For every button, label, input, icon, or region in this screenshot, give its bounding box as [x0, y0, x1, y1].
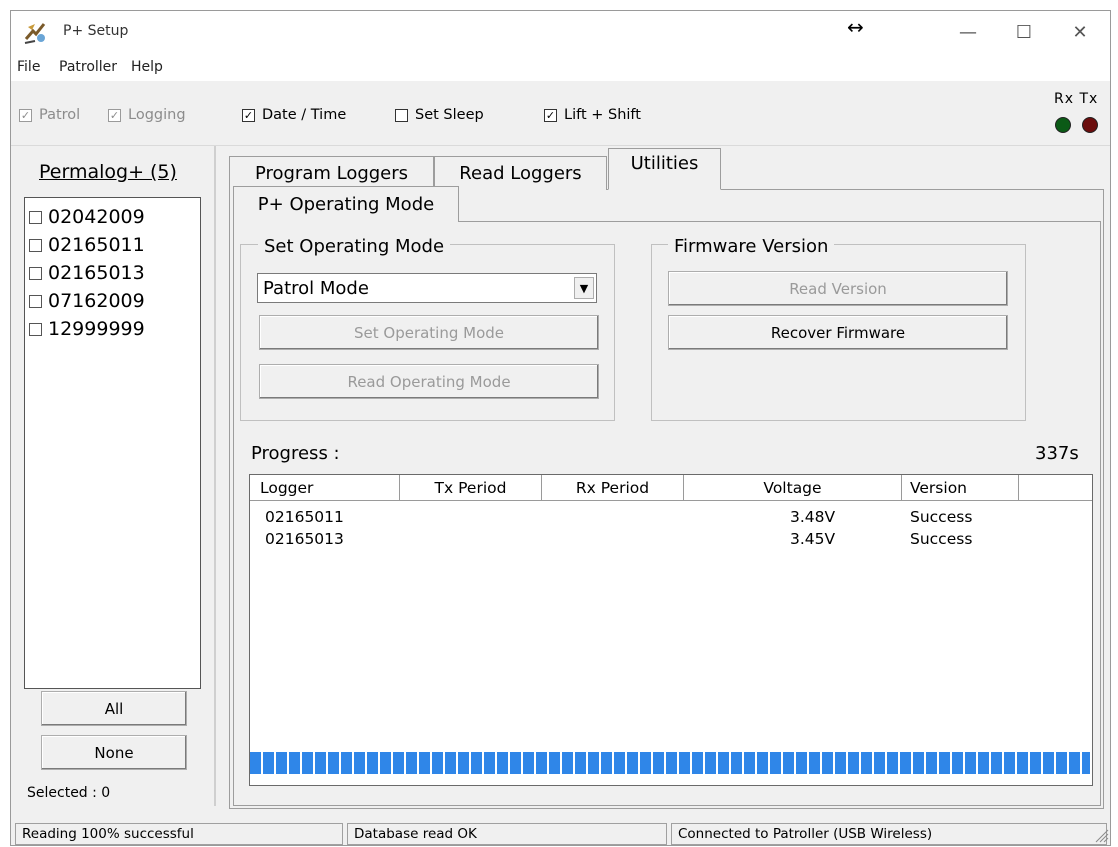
status-reading: Reading 100% successful [15, 823, 343, 845]
checkbox-icon[interactable] [29, 266, 42, 280]
firmware-group-label: Firmware Version [668, 236, 835, 257]
tab-program-loggers[interactable]: Program Loggers [229, 156, 434, 190]
checkbox-icon[interactable] [29, 294, 42, 308]
title-bar: P+ Setup ↔ — ☐ ✕ [11, 11, 1110, 53]
set-sleep-checkbox[interactable]: Set Sleep [395, 107, 484, 123]
cell-logger: 02165011 [265, 508, 344, 526]
progress-bar-fill [250, 752, 1090, 774]
lift-shift-checkbox[interactable]: ✓ Lift + Shift [544, 107, 641, 123]
column-header-rx-period[interactable]: Rx Period [542, 475, 684, 501]
menu-patroller[interactable]: Patroller [59, 59, 117, 75]
check-icon: ✓ [108, 108, 121, 122]
rx-tx-label: Rx Tx [1054, 91, 1099, 107]
app-logo-icon [23, 19, 49, 45]
cell-version: Success [910, 530, 973, 548]
read-version-button[interactable]: Read Version [668, 271, 1008, 306]
checkbox-icon[interactable] [29, 238, 42, 252]
resize-grip-icon[interactable] [1093, 827, 1109, 843]
column-header-empty [1019, 475, 1092, 501]
table-row[interactable]: 02165011 3.48V Success [250, 508, 1092, 530]
tx-indicator-led [1082, 117, 1098, 133]
menu-file[interactable]: File [17, 59, 40, 75]
checkbox-icon[interactable] [29, 210, 42, 224]
results-table[interactable]: Logger Tx Period Rx Period Voltage Versi… [249, 474, 1093, 786]
resize-cursor-icon: ↔ [847, 15, 864, 39]
tab-read-loggers[interactable]: Read Loggers [434, 156, 607, 190]
unchecked-box [395, 108, 408, 122]
rx-indicator-led [1055, 117, 1071, 133]
operating-mode-group-label: Set Operating Mode [258, 236, 451, 257]
selected-count: Selected : 0 [27, 785, 111, 801]
tab-utilities[interactable]: Utilities [608, 148, 721, 190]
set-operating-mode-button[interactable]: Set Operating Mode [259, 315, 599, 350]
window-title: P+ Setup [63, 23, 129, 39]
cell-voltage: 3.48V [790, 508, 836, 526]
read-operating-mode-button[interactable]: Read Operating Mode [259, 364, 599, 399]
elapsed-timer: 337s [1035, 443, 1079, 464]
close-button[interactable]: ✕ [1052, 11, 1108, 53]
progress-bar [250, 752, 1090, 774]
list-item[interactable]: 07162009 [29, 290, 145, 312]
status-connection: Connected to Patroller (USB Wireless) [671, 823, 1107, 845]
check-icon: ✓ [19, 108, 32, 122]
check-icon: ✓ [544, 108, 557, 122]
minimize-button[interactable]: — [940, 11, 996, 53]
app-window: P+ Setup ↔ — ☐ ✕ File Patroller Help ✓ P… [10, 10, 1111, 846]
maximize-button[interactable]: ☐ [996, 11, 1052, 53]
progress-label: Progress : [251, 443, 340, 464]
tab-p-operating-mode[interactable]: P+ Operating Mode [233, 186, 459, 222]
select-all-button[interactable]: All [41, 691, 187, 726]
cell-voltage: 3.45V [790, 530, 836, 548]
menu-bar [11, 53, 1110, 81]
chevron-down-icon[interactable]: ▼ [574, 277, 594, 299]
patrol-checkbox[interactable]: ✓ Patrol [19, 107, 80, 123]
list-item[interactable]: 12999999 [29, 318, 145, 340]
permalog-title[interactable]: Permalog+ (5) [39, 161, 177, 183]
list-item[interactable]: 02165013 [29, 262, 145, 284]
cell-logger: 02165013 [265, 530, 344, 548]
logging-checkbox[interactable]: ✓ Logging [108, 107, 186, 123]
column-header-voltage[interactable]: Voltage [684, 475, 902, 501]
cell-version: Success [910, 508, 973, 526]
table-row[interactable]: 02165013 3.45V Success [250, 530, 1092, 552]
date-time-checkbox[interactable]: ✓ Date / Time [242, 107, 346, 123]
recover-firmware-button[interactable]: Recover Firmware [668, 315, 1008, 350]
select-none-button[interactable]: None [41, 735, 187, 770]
column-header-tx-period[interactable]: Tx Period [400, 475, 542, 501]
operating-mode-select[interactable]: Patrol Mode ▼ [257, 273, 597, 303]
column-header-logger[interactable]: Logger [250, 475, 400, 501]
menu-help[interactable]: Help [131, 59, 163, 75]
check-icon: ✓ [242, 108, 255, 122]
logger-list[interactable]: 02042009 02165011 02165013 07162009 1299… [24, 197, 201, 689]
list-item[interactable]: 02165011 [29, 234, 145, 256]
checkbox-icon[interactable] [29, 322, 42, 336]
status-database: Database read OK [347, 823, 667, 845]
column-header-version[interactable]: Version [902, 475, 1019, 501]
list-item[interactable]: 02042009 [29, 206, 145, 228]
